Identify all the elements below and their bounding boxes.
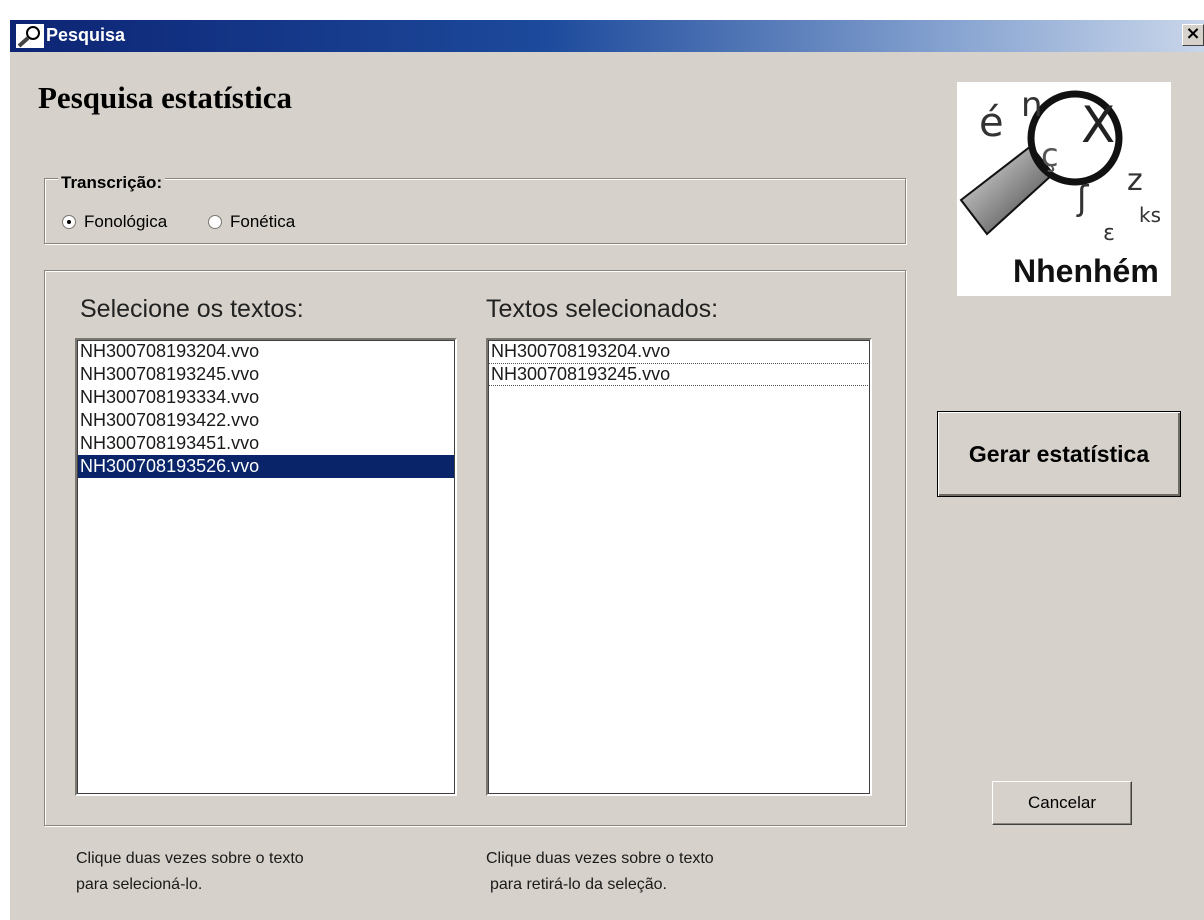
transcription-legend: Transcrição: <box>58 173 166 193</box>
magnifier-icon <box>16 24 44 48</box>
logo-letter: é <box>979 100 1004 146</box>
generate-statistics-button[interactable]: Gerar estatística <box>937 411 1181 497</box>
radio-fonetica-indicator[interactable] <box>208 215 222 229</box>
cancel-button[interactable]: Cancelar <box>992 781 1132 825</box>
selected-texts-label: Textos selecionados: <box>486 295 719 323</box>
logo-letter: ks <box>1139 203 1161 227</box>
logo-letter: z <box>1127 163 1143 198</box>
magnifier-logo-icon: é n ç X z ks ʃ ɛ Nhenhém <box>959 85 1161 289</box>
logo-letter: ç <box>1041 136 1059 174</box>
list-item[interactable]: NH300708193451.vvo <box>77 432 455 455</box>
radio-fonetica-label: Fonética <box>230 212 296 231</box>
logo-letter: ɛ <box>1103 221 1115 246</box>
selected-texts-list[interactable]: NH300708193204.vvo NH300708193245.vvo <box>486 338 872 796</box>
logo-wordmark: Nhenhém <box>1013 253 1159 289</box>
radio-fonologica-indicator[interactable] <box>62 215 76 229</box>
available-hint: Clique duas vezes sobre o texto para sel… <box>76 846 304 898</box>
transcription-group <box>44 178 906 244</box>
available-hint-line2: para selecioná-lo. <box>76 876 203 893</box>
title-bar[interactable]: Pesquisa <box>10 20 1204 52</box>
selected-hint-line2: para retirá-lo da seleção. <box>490 876 667 893</box>
list-item[interactable]: NH300708193204.vvo <box>77 340 455 363</box>
list-item-focused[interactable]: NH300708193245.vvo <box>488 363 870 386</box>
logo-letter: n <box>1021 85 1043 125</box>
logo-letter: ʃ <box>1076 179 1090 219</box>
logo-letter: X <box>1081 96 1115 154</box>
selected-hint: Clique duas vezes sobre o texto para ret… <box>486 846 714 898</box>
list-item[interactable]: NH300708193422.vvo <box>77 409 455 432</box>
available-hint-line1: Clique duas vezes sobre o texto <box>76 850 304 867</box>
list-item-selected[interactable]: NH300708193526.vvo <box>77 455 455 478</box>
window-title: Pesquisa <box>46 25 126 45</box>
radio-fonologica-label: Fonológica <box>84 212 168 231</box>
available-texts-list[interactable]: NH300708193204.vvo NH300708193245.vvo NH… <box>75 338 457 796</box>
nhenhem-logo: é n ç X z ks ʃ ɛ Nhenhém <box>957 82 1171 296</box>
available-texts-label: Selecione os textos: <box>80 295 304 323</box>
pesquisa-window: Pesquisa × Pesquisa estatística Transcri… <box>10 20 1204 920</box>
list-item[interactable]: NH300708193245.vvo <box>77 363 455 386</box>
radio-fonetica[interactable]: Fonética <box>208 212 295 232</box>
selected-hint-line1: Clique duas vezes sobre o texto <box>486 850 714 867</box>
close-button[interactable]: × <box>1182 24 1204 46</box>
page-title: Pesquisa estatística <box>38 80 293 115</box>
radio-fonologica[interactable]: Fonológica <box>62 212 167 232</box>
list-item[interactable]: NH300708193334.vvo <box>77 386 455 409</box>
list-item[interactable]: NH300708193204.vvo <box>488 340 870 363</box>
